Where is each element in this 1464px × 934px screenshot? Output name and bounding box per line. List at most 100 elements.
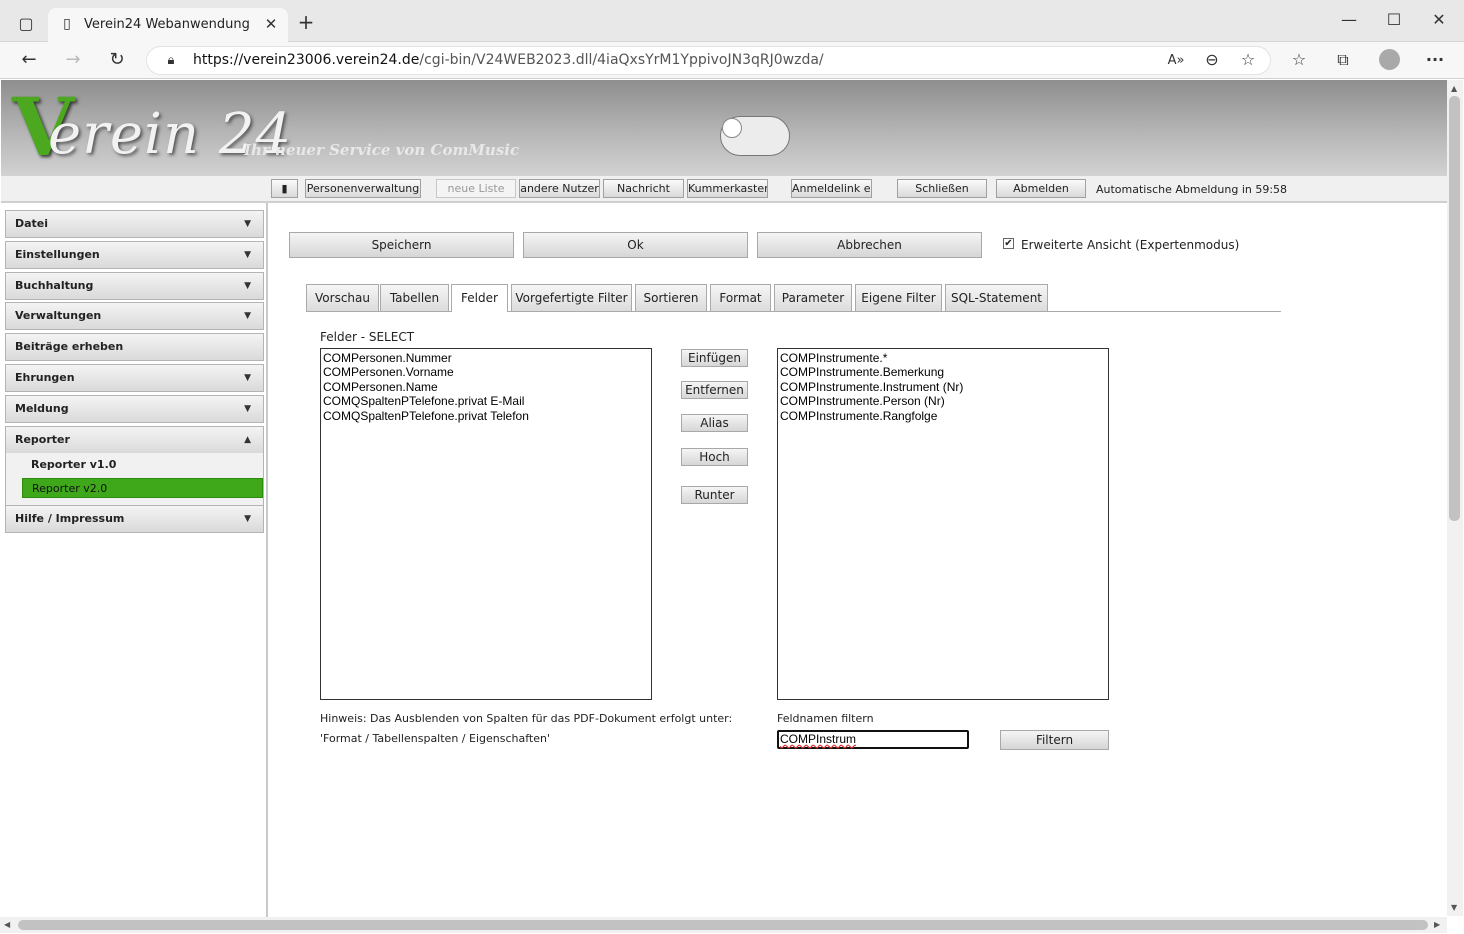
profile-icon[interactable] [1379, 49, 1400, 70]
list-item[interactable]: COMPersonen.Nummer [323, 351, 649, 365]
sidebar-item-einstellungen[interactable]: Einstellungen ▼ [5, 241, 264, 269]
alias-button[interactable]: Alias [681, 414, 748, 432]
sidebar-item-label: Verwaltungen [15, 309, 102, 322]
insert-button[interactable]: Einfügen [681, 349, 748, 367]
scroll-left-icon[interactable]: ◀ [4, 920, 10, 929]
hint-line-2: 'Format / Tabellenspalten / Eigenschafte… [320, 732, 550, 745]
caret-down-icon: ▼ [244, 514, 251, 524]
scroll-down-icon[interactable]: ▼ [1451, 903, 1457, 912]
zoom-icon[interactable]: ⊖ [1202, 50, 1222, 70]
kummerkasten-button[interactable]: Kummerkasten [687, 179, 768, 198]
schliessen-button[interactable]: Schließen [897, 179, 987, 198]
available-fields-list[interactable]: COMPInstrumente.* COMPInstrumente.Bemerk… [777, 348, 1109, 700]
list-item[interactable]: COMQSpaltenPTelefone.privat E-Mail [323, 394, 649, 408]
url-text[interactable]: https://verein23006.verein24.de/cgi-bin/… [193, 52, 824, 68]
list-item[interactable]: COMQSpaltenPTelefone.privat Telefon [323, 409, 649, 423]
toggle-knob [722, 118, 742, 138]
list-item[interactable]: COMPInstrumente.Bemerkung [780, 365, 1106, 379]
sidebar-item-reporter-head[interactable]: Reporter ▲ [6, 427, 263, 453]
nachricht-button[interactable]: Nachricht [603, 179, 684, 198]
close-tab-icon[interactable]: ✕ [262, 14, 280, 34]
tab-felder[interactable]: Felder [451, 284, 508, 312]
scroll-up-icon[interactable]: ▲ [1451, 84, 1457, 93]
tab-tabellen[interactable]: Tabellen [380, 284, 449, 311]
caret-up-icon: ▲ [244, 435, 251, 445]
browser-tab-title: Verein24 Webanwendung [84, 17, 250, 32]
sidebar-item-beitraege[interactable]: Beiträge erheben [5, 333, 264, 361]
list-item[interactable]: COMPersonen.Name [323, 380, 649, 394]
tab-eigene-filter[interactable]: Eigene Filter [855, 284, 942, 311]
tab-vorgefertigte-filter[interactable]: Vorgefertigte Filter [511, 284, 632, 311]
remove-button[interactable]: Entfernen [681, 381, 748, 399]
sidebar-item-buchhaltung[interactable]: Buchhaltung ▼ [5, 272, 264, 300]
list-item[interactable]: COMPersonen.Vorname [323, 365, 649, 379]
more-icon[interactable]: ··· [1425, 50, 1445, 70]
auto-logout-timer: Automatische Abmeldung in 59:58 [1096, 183, 1288, 196]
sidebar-item-label: Meldung [15, 402, 69, 415]
expert-mode-checkbox[interactable]: ✔ [1003, 238, 1014, 249]
filter-input-value: COMPInstrum [780, 732, 857, 746]
anmeldelink-button[interactable]: Anmeldelink erst [791, 179, 872, 198]
list-item[interactable]: COMPInstrumente.Instrument (Nr) [780, 380, 1106, 394]
tab-format[interactable]: Format [710, 284, 771, 311]
sidebar-item-label: Reporter [15, 433, 70, 446]
andere-nutzer-button[interactable]: andere Nutzer [519, 179, 600, 198]
list-item[interactable]: COMPInstrumente.* [780, 351, 1106, 365]
sidebar-item-ehrungen[interactable]: Ehrungen ▼ [5, 364, 264, 392]
sidebar-item-hilfe[interactable]: Hilfe / Impressum ▼ [5, 505, 264, 533]
sidebar-item-label: Ehrungen [15, 371, 75, 384]
url-host: https://verein23006.verein24.de [193, 52, 420, 68]
neue-liste-button[interactable]: neue Liste [436, 179, 516, 198]
select-fields-label: Felder - SELECT [320, 330, 415, 344]
sidebar-item-verwaltungen[interactable]: Verwaltungen ▼ [5, 302, 264, 330]
read-aloud-icon[interactable]: A» [1166, 51, 1186, 71]
lock-icon[interactable]: 🔒︎ [162, 51, 180, 71]
personenverwaltung-button[interactable]: Personenverwaltung [305, 179, 421, 198]
caret-down-icon: ▼ [244, 219, 251, 229]
tab-vorschau[interactable]: Vorschau [306, 284, 379, 311]
save-button[interactable]: Speichern [289, 232, 514, 258]
caret-down-icon: ▼ [244, 311, 251, 321]
move-down-button[interactable]: Runter [681, 486, 748, 504]
horizontal-scroll-thumb[interactable] [18, 920, 1428, 930]
caret-down-icon: ▼ [244, 250, 251, 260]
tab-actions-icon[interactable]: ▢ [16, 14, 36, 34]
sidebar-subitem-reporter-v2[interactable]: Reporter v2.0 [22, 478, 263, 498]
filter-input[interactable]: COMPInstrum [777, 730, 969, 749]
sidebar-item-label: Beiträge erheben [15, 340, 124, 353]
new-tab-icon[interactable]: + [295, 12, 317, 32]
move-up-button[interactable]: Hoch [681, 448, 748, 466]
cancel-button[interactable]: Abbrechen [757, 232, 982, 258]
sidebar-item-meldung[interactable]: Meldung ▼ [5, 395, 264, 423]
sidebar-item-datei[interactable]: Datei ▼ [5, 210, 264, 238]
sidebar-subitem-reporter-v1[interactable]: Reporter v1.0 [22, 455, 263, 475]
tab-parameter[interactable]: Parameter [774, 284, 852, 311]
favorites-icon[interactable]: ☆ [1289, 50, 1309, 70]
close-window-icon[interactable]: ✕ [1429, 10, 1449, 30]
tab-sql-statement[interactable]: SQL-Statement [945, 284, 1048, 311]
ok-button[interactable]: Ok [523, 232, 748, 258]
scroll-right-icon[interactable]: ▶ [1434, 920, 1440, 929]
maximize-icon[interactable]: ☐ [1384, 10, 1404, 30]
hint-line-1: Hinweis: Das Ausblenden von Spalten für … [320, 712, 733, 725]
add-favorite-icon[interactable]: ☆ [1238, 50, 1258, 70]
collections-icon[interactable]: ⧉ [1333, 50, 1353, 70]
abmelden-button[interactable]: Abmelden [996, 179, 1086, 198]
menu-toggle-button[interactable]: ▮ [271, 179, 298, 198]
list-item[interactable]: COMPInstrumente.Person (Nr) [780, 394, 1106, 408]
minimize-icon[interactable]: — [1339, 10, 1359, 30]
slogan: Ihr neuer Service von ComMusic [244, 141, 520, 159]
expert-mode-label: Erweiterte Ansicht (Expertenmodus) [1021, 238, 1240, 252]
vertical-scroll-thumb[interactable] [1449, 96, 1460, 521]
filter-button[interactable]: Filtern [1000, 730, 1109, 750]
url-path: /cgi-bin/V24WEB2023.dll/4iaQxsYrM1Yppivo… [419, 52, 824, 68]
back-icon[interactable]: ← [18, 50, 40, 70]
sidebar-item-label: Hilfe / Impressum [15, 512, 125, 525]
list-item[interactable]: COMPInstrumente.Rangfolge [780, 409, 1106, 423]
reload-icon[interactable]: ↻ [106, 50, 128, 70]
caret-down-icon: ▼ [244, 404, 251, 414]
forward-icon[interactable]: → [62, 50, 84, 70]
tab-sortieren[interactable]: Sortieren [635, 284, 707, 311]
caret-down-icon: ▼ [244, 373, 251, 383]
selected-fields-list[interactable]: COMPersonen.Nummer COMPersonen.Vorname C… [320, 348, 652, 700]
